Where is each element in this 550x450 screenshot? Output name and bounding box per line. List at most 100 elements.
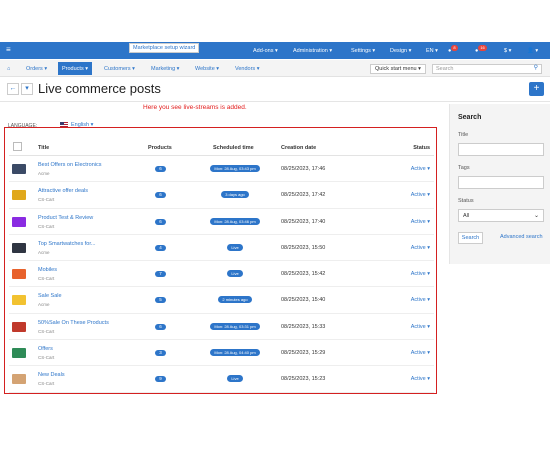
back-arrow-icon[interactable]: ← [7,83,19,95]
creation-date: 08/25/2023, 15:50 [281,244,326,251]
header-products[interactable]: Products [148,145,172,151]
chevron-down-icon: ⌄ [533,213,539,219]
menu-website[interactable]: Website ▾ [195,66,219,72]
addons-menu[interactable]: Add-ons ▾ [253,48,278,54]
header-status[interactable]: Status [413,145,430,151]
status-dropdown[interactable]: Active ▾ [411,350,430,356]
products-count-badge[interactable]: 6 [155,323,166,330]
creation-date: 08/25/2023, 17:42 [281,192,326,199]
language-menu[interactable]: EN ▾ [426,48,438,54]
creation-date: 08/25/2023, 15:42 [281,271,326,278]
post-title-link[interactable]: 50%Sale On These Products [38,320,109,326]
home-icon[interactable]: ⌂ [7,66,10,72]
table-row: 50%Sale On These Products CS-Cart 6 Mon: 28… [9,314,434,341]
scheduled-time-cell: Live [199,375,271,383]
status-filter-label: Status [458,198,474,204]
quick-start-menu[interactable]: Quick start menu ▾ [370,64,426,74]
menu-orders[interactable]: Orders ▾ [26,66,47,72]
scheduled-time-badge: Mon: 28 Aug, 03:46 pm [210,217,260,225]
products-count-badge[interactable]: 3 [155,350,166,357]
post-thumbnail[interactable] [12,242,26,253]
creation-date: 08/25/2023, 15:33 [281,323,326,330]
products-count-badge[interactable]: 6 [155,166,166,172]
post-title-link[interactable]: Top Smartwatches for... [38,241,95,247]
products-count-badge[interactable]: 9 [155,376,166,383]
scheduled-time-cell: 2 minutes ago [199,296,271,304]
sidebar-search-button[interactable]: Search [458,232,483,244]
products-count-badge[interactable]: 5 [155,297,166,304]
title-filter-input[interactable] [458,143,544,156]
post-title-link[interactable]: Offers [38,346,53,352]
post-title-link[interactable]: Mobiles [38,267,57,273]
administration-menu[interactable]: Administration ▾ [293,48,332,54]
post-vendor: CS-Cart [38,197,55,203]
post-thumbnail[interactable] [12,269,26,280]
scheduled-time-cell: Mon: 28 Aug, 03:43 pm [199,165,271,172]
status-dropdown[interactable]: Active ▾ [411,219,430,225]
post-thumbnail[interactable] [12,321,26,332]
post-thumbnail[interactable] [12,216,26,227]
post-title-link[interactable]: Attractive offer deals [38,188,88,194]
menu-products[interactable]: Products ▾ [58,62,92,75]
post-vendor: CS-Cart [38,328,55,334]
notifications-icon[interactable]: ●8 [448,45,458,54]
header-title[interactable]: Title [38,145,49,151]
scheduled-time-badge: 2 minutes ago [218,296,252,304]
chevron-down-icon[interactable]: ▾ [21,83,33,95]
marketplace-setup-wizard-button[interactable]: Marketplace setup wizard [129,43,200,53]
post-thumbnail[interactable] [12,374,26,385]
status-filter-select[interactable]: All ⌄ [458,209,544,222]
user-menu[interactable]: 👤 ▾ [527,48,538,54]
post-thumbnail[interactable] [12,348,26,359]
table-row: Product Test & Review CS-Cart 6 Mon: 28 Aug… [9,209,434,235]
tags-filter-input[interactable] [458,176,544,189]
search-icon[interactable]: ⚲ [534,65,538,72]
products-count-badge[interactable]: 6 [155,192,166,199]
table-row: Top Smartwatches for... Acme 4 Live 08/25/20… [9,235,434,262]
status-dropdown[interactable]: Active ▾ [411,297,430,303]
products-count-badge[interactable]: 4 [155,244,166,251]
global-search-input[interactable]: Search ⚲ [432,64,542,74]
add-post-button[interactable]: + [529,82,544,96]
search-placeholder: Search [436,66,454,72]
post-vendor: CS-Cart [38,355,55,361]
post-thumbnail[interactable] [12,164,26,174]
settings-menu[interactable]: Settings ▾ [351,48,375,54]
creation-date: 08/25/2023, 17:40 [281,218,326,225]
status-dropdown[interactable]: Active ▾ [411,271,430,277]
post-thumbnail[interactable] [12,190,26,201]
table-row: Best Offers on Electronics Acme 6 Mon: 28 A… [9,156,434,183]
top-navigation-bar: ≡ Add-ons ▾ Administration ▾ Settings ▾ … [0,42,550,59]
status-dropdown[interactable]: Active ▾ [411,192,430,198]
products-count-badge[interactable]: 6 [155,218,166,225]
menu-marketing[interactable]: Marketing ▾ [151,66,179,72]
scheduled-time-cell: Live [199,270,271,278]
status-dropdown[interactable]: Active ▾ [411,324,430,330]
annotation-note: Here you see live-streams is added. [143,104,247,111]
design-menu[interactable]: Design ▾ [390,48,411,54]
status-dropdown[interactable]: Active ▾ [411,166,430,172]
post-thumbnail[interactable] [12,295,26,306]
currency-menu[interactable]: $ ▾ [504,48,511,54]
post-title-link[interactable]: Best Offers on Electronics [38,162,101,168]
messages-icon[interactable]: ●16 [475,45,487,54]
advanced-search-link[interactable]: Advanced search [500,234,543,240]
messages-badge: 16 [478,45,487,51]
status-dropdown[interactable]: Active ▾ [411,245,430,251]
menu-customers[interactable]: Customers ▾ [104,66,135,72]
scheduled-time-badge: Live [227,243,243,251]
menu-vendors[interactable]: Vendors ▾ [235,66,259,72]
products-count-badge[interactable]: 7 [155,271,166,278]
status-dropdown[interactable]: Active ▾ [411,376,430,382]
post-title-link[interactable]: Sale Sale [38,293,62,299]
header-creation-date[interactable]: Creation date [281,145,316,151]
creation-date: 08/25/2023, 15:23 [281,376,326,383]
page-title: Live commerce posts [38,81,161,96]
menu-icon[interactable]: ≡ [6,46,11,54]
header-scheduled-time[interactable]: Scheduled time [213,145,254,151]
table-header: Title Products Scheduled time Creation d… [9,139,434,156]
post-title-link[interactable]: New Deals [38,372,65,378]
post-title-link[interactable]: Product Test & Review [38,215,93,221]
select-all-checkbox[interactable] [13,142,22,151]
scheduled-time-badge: Mon: 28 Aug, 03:43 pm [210,165,260,172]
